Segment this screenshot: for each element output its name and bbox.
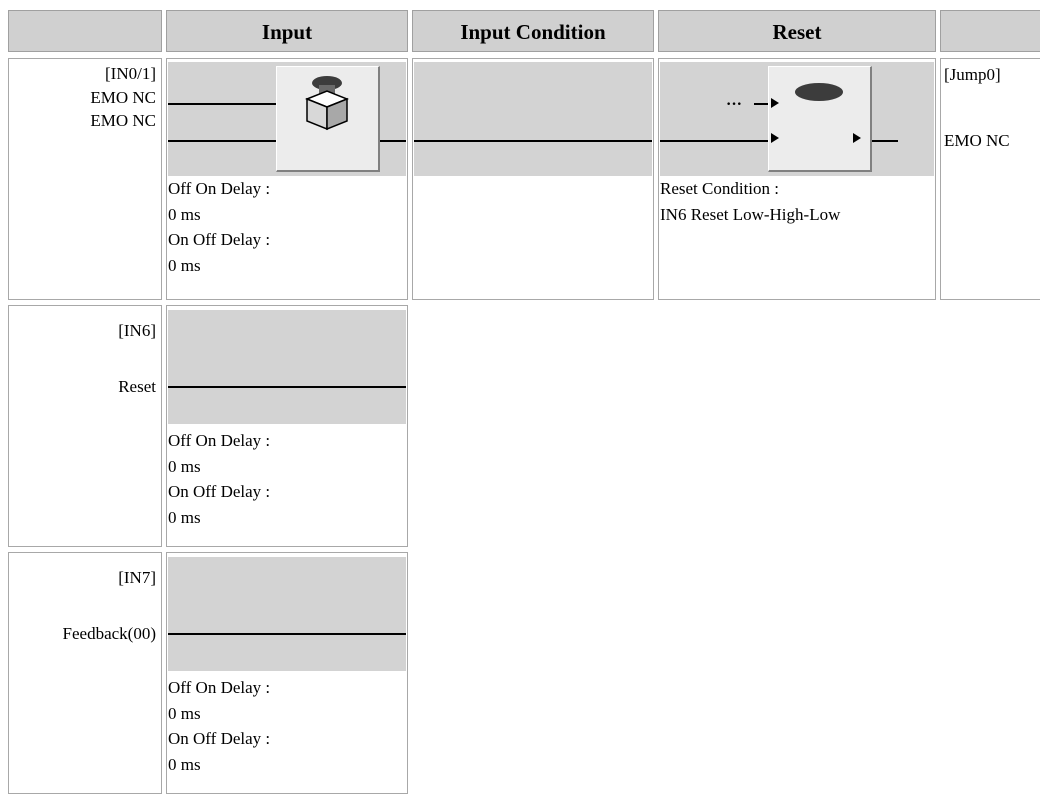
row2-onoff-value: 0 ms	[168, 508, 201, 527]
row2-id: [IN6]	[118, 321, 156, 340]
reset-input-line	[660, 140, 768, 142]
arrow-right-icon	[853, 133, 861, 143]
row1-onoff-label: On Off Delay :	[168, 230, 271, 249]
row3-onoff-value: 0 ms	[168, 755, 201, 774]
row2-label-cell	[8, 305, 162, 547]
header-output	[940, 10, 1040, 52]
emergency-stop-button-icon[interactable]	[276, 66, 380, 172]
row1-signal1: EMO NC	[90, 88, 156, 107]
row1-id: [IN0/1]	[105, 64, 156, 83]
row1-input-line1	[168, 103, 276, 105]
row2-input-line	[168, 386, 406, 388]
reset-button-icon[interactable]	[768, 66, 872, 172]
output-id: [Jump0]	[944, 65, 1001, 84]
row2-offon-label: Off On Delay :	[168, 431, 271, 450]
row1-condition-band	[414, 62, 652, 176]
row1-signal2: EMO NC	[90, 111, 156, 130]
header-input-condition: Input Condition	[412, 10, 654, 52]
row3-label-cell	[8, 552, 162, 794]
row1-input-line3	[380, 140, 406, 142]
row1-input-line2	[168, 140, 276, 142]
row3-signal1: Feedback(00)	[62, 624, 156, 643]
reset-condition-label: Reset Condition :	[660, 179, 779, 198]
row2-offon-value: 0 ms	[168, 457, 201, 476]
row2-input-band	[168, 310, 406, 424]
reset-dash-line	[754, 103, 768, 105]
row1-condition-line	[414, 140, 652, 142]
row1-offon-label: Off On Delay :	[168, 179, 271, 198]
row1-onoff-value: 0 ms	[168, 256, 201, 275]
reset-output-line	[872, 140, 898, 142]
row1-offon-value: 0 ms	[168, 205, 201, 224]
reset-block-graphic	[771, 83, 861, 143]
output-signal: EMO NC	[944, 131, 1010, 150]
emergency-stop-graphic	[304, 76, 350, 131]
arrow-right-icon	[771, 98, 779, 108]
arrow-right-icon	[771, 133, 779, 143]
reset-dots: ···	[726, 96, 743, 113]
row3-onoff-label: On Off Delay :	[168, 729, 271, 748]
header-reset: Reset	[658, 10, 936, 52]
row2-onoff-label: On Off Delay :	[168, 482, 271, 501]
row3-id: [IN7]	[118, 568, 156, 587]
row3-input-line	[168, 633, 406, 635]
row3-input-band	[168, 557, 406, 671]
row3-offon-label: Off On Delay :	[168, 678, 271, 697]
header-input: Input	[166, 10, 408, 52]
row3-offon-value: 0 ms	[168, 704, 201, 723]
row1-output-cell	[940, 58, 1040, 300]
row2-signal1: Reset	[118, 377, 156, 396]
reset-condition-value: IN6 Reset Low-High-Low	[660, 205, 841, 224]
header-blank-cell	[8, 10, 162, 52]
